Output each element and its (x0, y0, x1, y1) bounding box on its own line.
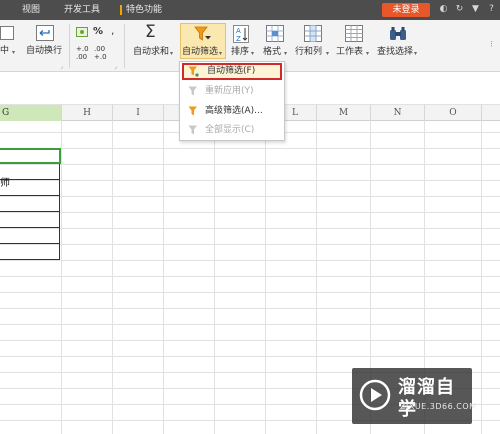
grid-line (0, 292, 500, 293)
menu-item-label: 高级筛选(A)... (205, 106, 263, 116)
autofilter-label[interactable]: 自动筛选 (182, 47, 218, 58)
watermark-title: 溜溜自学 (398, 377, 455, 420)
play-logo-icon (359, 379, 391, 411)
menu-item-label: 自动筛选(F) (207, 66, 256, 76)
wrap-text-label[interactable]: 自动换行 (26, 46, 62, 57)
increase-decimal-icon[interactable]: +.0.00 (76, 45, 89, 61)
sort-label[interactable]: 排序 (231, 47, 249, 58)
dialog-launcher-icon[interactable]: ⌟ (60, 61, 63, 72)
grid-line (0, 228, 500, 229)
autosum-icon[interactable]: Σ (145, 23, 156, 41)
bordered-cell[interactable] (0, 212, 60, 228)
worksheet-icon[interactable] (345, 25, 363, 42)
filter-icon (188, 106, 197, 116)
skin-icon[interactable]: ◐ (438, 4, 449, 15)
grid-line (0, 276, 500, 277)
svg-text:A: A (236, 27, 241, 35)
comma-format-icon[interactable]: ‚ (111, 26, 114, 37)
grid-line (0, 164, 500, 165)
currency-format-icon[interactable] (76, 27, 88, 37)
merge-center-icon[interactable] (0, 26, 14, 40)
watermark-logo: 溜溜自学 ZIXUE.3D66.COM (352, 368, 476, 424)
bordered-cell[interactable] (0, 244, 60, 260)
tab-developer-tools[interactable]: 开发工具 (64, 4, 100, 16)
bordered-cell[interactable] (0, 228, 60, 244)
menu-bar: 视图 开发工具 特色功能 未登录 ◐ ↻ ▼ ? (0, 0, 500, 20)
tab-marker (120, 5, 122, 15)
active-cell[interactable] (0, 148, 61, 164)
grid-line (0, 340, 500, 341)
filter-icon (188, 66, 199, 77)
rows-columns-icon[interactable] (304, 25, 322, 42)
filter-icon (188, 86, 197, 96)
percent-format-icon[interactable]: % (93, 26, 103, 37)
sort-icon[interactable]: A Z (233, 25, 249, 43)
grid-line (0, 148, 500, 149)
merge-center-label[interactable]: 中 (0, 46, 9, 57)
wrap-text-icon[interactable] (36, 25, 54, 41)
ribbon-divider (124, 24, 125, 68)
watermark-url: ZIXUE.3D66.COM (400, 402, 477, 411)
grid-line (0, 324, 500, 325)
decrease-decimal-icon[interactable]: .00 +.0 (94, 45, 107, 61)
tab-view[interactable]: 视图 (22, 4, 40, 16)
grid-line (0, 356, 500, 357)
ribbon-scroll-icon[interactable]: ⁝ (490, 40, 493, 51)
help-icon[interactable]: ? (486, 4, 497, 15)
column-header-i[interactable]: I (113, 105, 164, 121)
column-header-g[interactable]: G (0, 105, 62, 121)
binoculars-icon[interactable] (389, 26, 407, 42)
column-header-h[interactable]: H (62, 105, 113, 121)
grid-line (0, 212, 500, 213)
menu-item-advanced-filter[interactable]: 高级筛选(A)... (182, 103, 282, 120)
find-select-label[interactable]: 查找选择 (377, 47, 413, 58)
format-label[interactable]: 格式 (263, 47, 281, 58)
chevron-down-icon[interactable]: ▾ (219, 48, 222, 59)
tab-special-features[interactable]: 特色功能 (126, 4, 162, 16)
grid-line (0, 196, 500, 197)
column-header-o[interactable]: O (425, 105, 482, 121)
menu-item-label: 重新应用(Y) (205, 86, 254, 96)
chevron-down-icon[interactable]: ▾ (12, 47, 15, 58)
ribbon-divider (69, 24, 70, 68)
menu-item-autofilter[interactable]: 自动筛选(F) (182, 63, 282, 80)
rows-columns-label[interactable]: 行和列 (295, 47, 322, 58)
grid-line (0, 260, 500, 261)
dialog-launcher-icon[interactable]: ⌟ (114, 61, 117, 72)
login-button[interactable]: 未登录 (382, 3, 430, 17)
cell-g-text[interactable]: 师 (0, 178, 10, 190)
filter-icon (188, 125, 197, 135)
chevron-down-icon[interactable]: ▾ (326, 48, 329, 59)
filter-icon[interactable] (194, 26, 212, 43)
worksheet-label[interactable]: 工作表 (336, 47, 363, 58)
column-header-m[interactable]: M (317, 105, 371, 121)
autofilter-dropdown-menu: 自动筛选(F) 重新应用(Y) 高级筛选(A)... 全部显示(C) (179, 61, 285, 141)
menu-item-label: 全部显示(C) (205, 125, 255, 135)
grid-line (0, 180, 500, 181)
svg-text:Z: Z (236, 35, 241, 43)
refresh-icon[interactable]: ↻ (454, 4, 465, 15)
chevron-down-icon[interactable]: ▾ (251, 48, 254, 59)
chevron-down-icon[interactable]: ▾ (284, 48, 287, 59)
chevron-down-icon[interactable]: ▾ (170, 48, 173, 59)
menu-item-reapply[interactable]: 重新应用(Y) (182, 83, 282, 100)
bordered-cell[interactable] (0, 196, 60, 212)
column-header-n[interactable]: N (371, 105, 425, 121)
menu-item-show-all[interactable]: 全部显示(C) (182, 122, 282, 139)
chevron-down-icon[interactable]: ▾ (366, 48, 369, 59)
grid-line (0, 244, 500, 245)
shirt-icon[interactable]: ▼ (470, 4, 481, 15)
grid-line (0, 308, 500, 309)
chevron-down-icon[interactable]: ▾ (414, 48, 417, 59)
format-icon[interactable] (266, 25, 284, 42)
autosum-label[interactable]: 自动求和 (133, 47, 169, 58)
